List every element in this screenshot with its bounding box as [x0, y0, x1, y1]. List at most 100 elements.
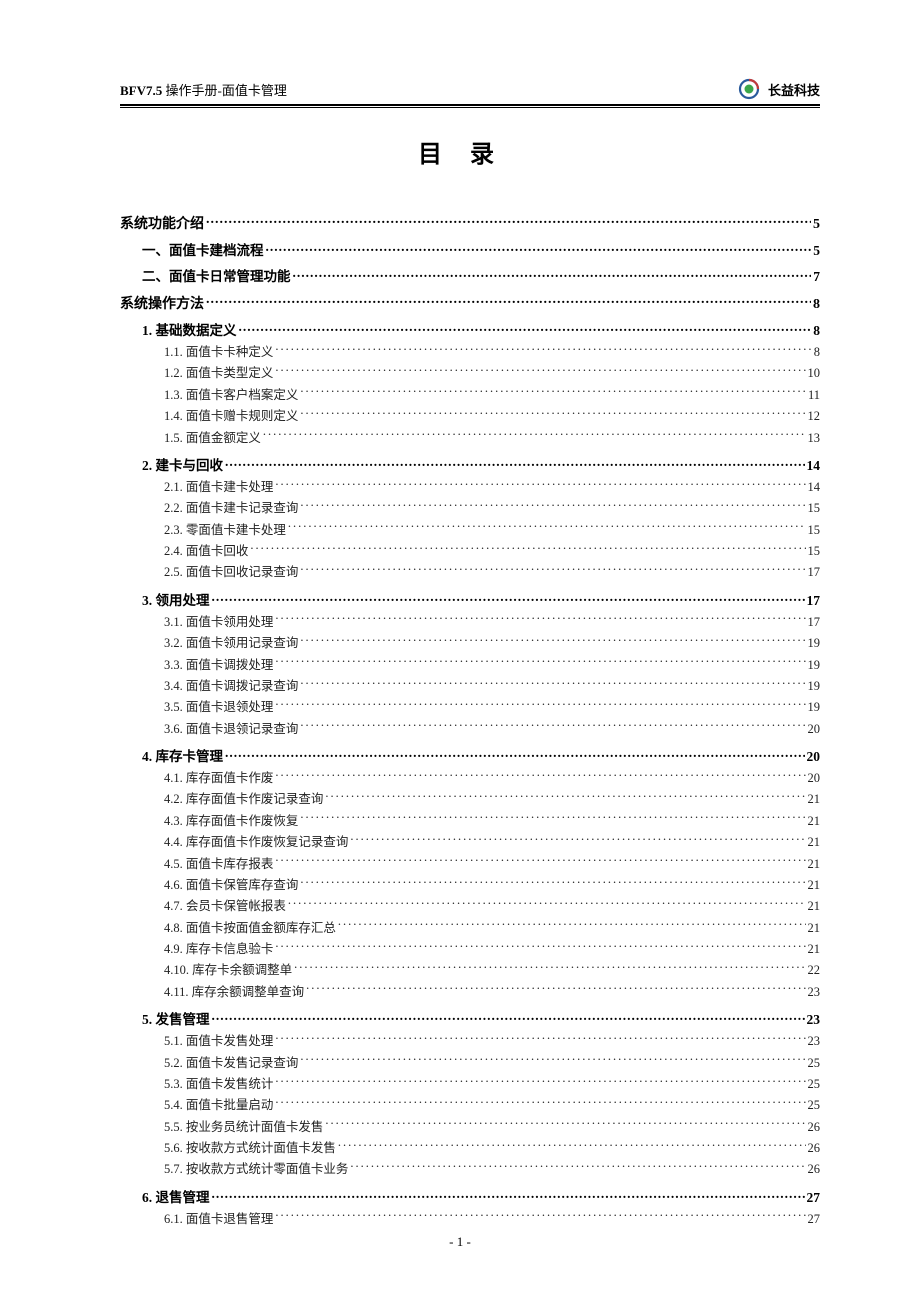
toc-label: 1.4. 面值卡赠卡规则定义 — [164, 407, 298, 426]
table-of-contents: 系统功能介绍5 一、面值卡建档流程5 二、面值卡日常管理功能7 系统操作方法8 1. 基… — [120, 213, 820, 1229]
toc-leader-dots — [275, 941, 805, 954]
toc-entry[interactable]: 6. 退售管理27 — [142, 1186, 820, 1206]
toc-entry[interactable]: 3. 领用处理17 — [142, 589, 820, 609]
toc-entry[interactable]: 5.7. 按收款方式统计零面值卡业务26 — [164, 1160, 820, 1179]
toc-page-number: 15 — [808, 499, 821, 518]
toc-entry[interactable]: 4.3. 库存面值卡作废恢复21 — [164, 812, 820, 831]
toc-entry[interactable]: 3.4. 面值卡调拨记录查询19 — [164, 677, 820, 696]
toc-entry[interactable]: 2.3. 零面值卡建卡处理15 — [164, 521, 820, 540]
toc-entry[interactable]: 3.6. 面值卡退领记录查询20 — [164, 720, 820, 739]
toc-entry[interactable]: 5.1. 面值卡发售处理23 — [164, 1032, 820, 1051]
toc-entry[interactable]: 5. 发售管理 23 — [142, 1008, 820, 1028]
toc-leader-dots — [300, 500, 805, 513]
toc-entry[interactable]: 3.1. 面值卡领用处理17 — [164, 613, 820, 632]
toc-entry[interactable]: 2.2. 面值卡建卡记录查询 15 — [164, 499, 820, 518]
toc-page-number: 27 — [808, 1210, 821, 1229]
toc-entry[interactable]: 2.5. 面值卡回收记录查询17 — [164, 563, 820, 582]
toc-entry[interactable]: 5.4. 面值卡批量启动25 — [164, 1096, 820, 1115]
toc-entry[interactable]: 二、面值卡日常管理功能7 — [142, 265, 820, 285]
toc-leader-dots — [275, 1097, 805, 1110]
toc-entry[interactable]: 4.1. 库存面值卡作废20 — [164, 769, 820, 788]
toc-leader-dots — [288, 898, 806, 911]
toc-entry[interactable]: 5.5. 按业务员统计面值卡发售26 — [164, 1118, 820, 1137]
toc-page-number: 19 — [808, 677, 821, 696]
toc-leader-dots — [300, 564, 805, 577]
toc-page-number: 22 — [808, 961, 821, 980]
toc-page-number: 19 — [808, 634, 821, 653]
toc-page-number: 27 — [807, 1190, 821, 1206]
toc-leader-dots — [206, 294, 811, 308]
toc-entry[interactable]: 4.7. 会员卡保管帐报表21 — [164, 897, 820, 916]
toc-entry[interactable]: 1.2. 面值卡类型定义10 — [164, 364, 820, 383]
toc-page-number: 12 — [808, 407, 821, 426]
toc-entry[interactable]: 1.4. 面值卡赠卡规则定义 12 — [164, 407, 820, 426]
page-footer: - 1 - — [0, 1234, 920, 1250]
toc-label: 1.3. 面值卡客户档案定义 — [164, 386, 298, 405]
toc-page-number: 20 — [808, 769, 821, 788]
toc-leader-dots — [206, 214, 811, 228]
toc-label: 2. 建卡与回收 — [142, 454, 223, 474]
toc-page-number: 8 — [813, 297, 820, 313]
toc-entry[interactable]: 4. 库存卡管理20 — [142, 745, 820, 765]
toc-entry[interactable]: 一、面值卡建档流程5 — [142, 239, 820, 259]
toc-label: 1. 基础数据定义 — [142, 319, 237, 339]
toc-leader-dots — [212, 1011, 805, 1025]
header-divider — [120, 104, 820, 108]
toc-entry[interactable]: 系统功能介绍5 — [120, 213, 820, 233]
toc-leader-dots — [275, 1210, 805, 1223]
toc-entry[interactable]: 5.3. 面值卡发售统计25 — [164, 1075, 820, 1094]
toc-entry[interactable]: 2.4. 面值卡回收 15 — [164, 542, 820, 561]
toc-leader-dots — [350, 834, 805, 847]
toc-label: 2.5. 面值卡回收记录查询 — [164, 563, 298, 582]
toc-leader-dots — [325, 1118, 805, 1131]
toc-entry[interactable]: 4.6. 面值卡保管库存查询21 — [164, 876, 820, 895]
toc-page-number: 23 — [807, 1012, 821, 1028]
toc-label: 5.3. 面值卡发售统计 — [164, 1075, 273, 1094]
toc-entry[interactable]: 4.9. 库存卡信息验卡21 — [164, 940, 820, 959]
toc-entry[interactable]: 3.2. 面值卡领用记录查询 19 — [164, 634, 820, 653]
toc-entry[interactable]: 4.5. 面值卡库存报表21 — [164, 855, 820, 874]
toc-page-number: 14 — [807, 458, 821, 474]
toc-entry[interactable]: 2. 建卡与回收 14 — [142, 454, 820, 474]
toc-entry[interactable]: 3.5. 面值卡退领处理19 — [164, 698, 820, 717]
toc-entry[interactable]: 5.2. 面值卡发售记录查询25 — [164, 1054, 820, 1073]
toc-leader-dots — [212, 1188, 805, 1202]
toc-entry[interactable]: 4.11. 库存余额调整单查询23 — [164, 983, 820, 1002]
toc-entry[interactable]: 1. 基础数据定义8 — [142, 319, 820, 339]
toc-label: 3.2. 面值卡领用记录查询 — [164, 634, 298, 653]
toc-label: 5. 发售管理 — [142, 1008, 210, 1028]
toc-label: 3.3. 面值卡调拨处理 — [164, 656, 273, 675]
toc-entry[interactable]: 6.1. 面值卡退售管理27 — [164, 1210, 820, 1229]
toc-page-number: 20 — [808, 720, 821, 739]
toc-page-number: 21 — [808, 812, 821, 831]
toc-leader-dots — [275, 770, 805, 783]
toc-label: 3. 领用处理 — [142, 589, 210, 609]
toc-entry[interactable]: 4.4. 库存面值卡作废恢复记录查询21 — [164, 833, 820, 852]
toc-page-number: 23 — [808, 983, 821, 1002]
toc-leader-dots — [300, 408, 805, 421]
toc-leader-dots — [300, 720, 805, 733]
toc-entry[interactable]: 4.2. 库存面值卡作废记录查询21 — [164, 790, 820, 809]
toc-label: 4.6. 面值卡保管库存查询 — [164, 876, 298, 895]
toc-leader-dots — [300, 386, 806, 399]
toc-entry[interactable]: 1.5. 面值金额定义13 — [164, 429, 820, 448]
toc-entry[interactable]: 4.10. 库存卡余额调整单22 — [164, 961, 820, 980]
toc-entry[interactable]: 4.8. 面值卡按面值金额库存汇总21 — [164, 919, 820, 938]
toc-leader-dots — [338, 1140, 806, 1153]
toc-label: 2.2. 面值卡建卡记录查询 — [164, 499, 298, 518]
toc-label: 3.1. 面值卡领用处理 — [164, 613, 273, 632]
toc-entry[interactable]: 2.1. 面值卡建卡处理14 — [164, 478, 820, 497]
toc-entry[interactable]: 系统操作方法8 — [120, 293, 820, 313]
company-name: 长益科技 — [768, 80, 820, 99]
toc-entry[interactable]: 5.6. 按收款方式统计面值卡发售26 — [164, 1139, 820, 1158]
toc-page-number: 15 — [808, 521, 821, 540]
toc-entry[interactable]: 3.3. 面值卡调拨处理19 — [164, 656, 820, 675]
toc-label: 2.4. 面值卡回收 — [164, 542, 248, 561]
toc-page-number: 15 — [808, 542, 821, 561]
toc-leader-dots — [275, 699, 805, 712]
toc-page-number: 26 — [808, 1139, 821, 1158]
toc-leader-dots — [300, 876, 805, 889]
toc-entry[interactable]: 1.1. 面值卡卡种定义8 — [164, 343, 820, 362]
toc-page-number: 26 — [808, 1160, 821, 1179]
toc-entry[interactable]: 1.3. 面值卡客户档案定义11 — [164, 386, 820, 405]
